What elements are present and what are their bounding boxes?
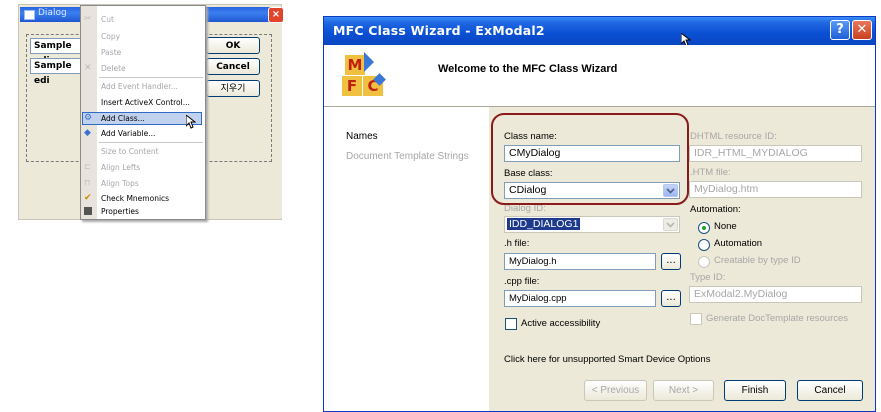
cut-icon: ✂ [84,14,92,24]
next-button[interactable]: Next > [653,380,714,401]
menu-item-paste[interactable]: Paste [101,46,121,59]
automation-creatable-label: Creatable by type ID [714,255,801,266]
add-class-icon: ⚙ [84,113,93,123]
align-lefts-icon: ⊏ [84,162,91,171]
menu-item-check-mnemonics[interactable]: Check Mnemonics [101,192,169,205]
h-file-field[interactable]: MyDialog.h [504,253,656,270]
automation-none-radio[interactable] [698,222,710,234]
menu-item-insert-activex[interactable]: Insert ActiveX Control... [101,96,190,109]
automation-automation-radio[interactable] [698,239,710,251]
dialog-id-combobox[interactable]: IDD_DIALOG1 [504,216,680,233]
close-icon: × [268,7,284,23]
close-button[interactable]: ✕ [852,20,872,40]
properties-icon [84,207,92,215]
type-id-field[interactable]: ExModal2.MyDialog [689,286,862,303]
dialog-ok-button[interactable]: OK [206,37,260,54]
nav-item-names[interactable]: Names [346,131,378,142]
active-accessibility-label: Active accessibility [521,318,601,329]
context-menu: ✂ Cut Copy Paste ✕ Delete Add Event Hand… [80,5,206,220]
dialog-cancel-button[interactable]: Cancel [206,58,260,75]
active-accessibility-checkbox[interactable] [505,318,517,330]
mfc-logo: M F C [342,52,387,98]
welcome-heading: Welcome to the MFC Class Wizard [438,63,618,75]
add-variable-icon: ◆ [84,128,91,138]
dhtml-resource-id-field[interactable]: IDR_HTML_MYDIALOG [689,145,862,162]
cpp-file-field[interactable]: MyDialog.cpp [504,290,656,307]
menu-item-copy[interactable]: Copy [101,30,120,43]
menu-separator [99,142,203,143]
automation-label: Automation: [690,204,741,215]
wizard-titlebar: MFC Class Wizard - ExModal2 ? ✕ [324,17,875,45]
menu-item-add-variable[interactable]: Add Variable... [101,127,155,140]
htm-file-field[interactable]: MyDialog.htm [689,181,862,198]
sample-edit-1[interactable]: Sample edi [30,38,82,66]
check-mnemonics-icon: ✔ [84,193,92,203]
delete-icon: ✕ [84,63,92,73]
automation-automation-label: Automation [714,238,763,249]
menu-item-align-lefts[interactable]: Align Lefts [101,161,140,174]
dhtml-resource-id-label: DHTML resource ID: [690,131,777,142]
close-icon: ✕ [856,22,868,37]
wizard-header [324,45,875,107]
menu-item-align-tops[interactable]: Align Tops [101,177,139,190]
menu-separator [99,77,203,78]
dialog-title: Dialog [38,8,67,18]
align-tops-icon: ⊓ [84,178,91,187]
automation-none-label: None [714,221,737,232]
automation-creatable-radio[interactable] [698,256,710,268]
cancel-button[interactable]: Cancel [797,380,863,401]
smart-device-options-link[interactable]: Click here for unsupported Smart Device … [504,354,710,365]
highlight-annotation [491,113,689,205]
sample-edit-2[interactable]: Sample edi [30,58,82,86]
menu-item-delete[interactable]: Delete [101,62,126,75]
menu-item-add-class[interactable]: Add Class... [101,112,145,125]
menu-item-properties[interactable]: Properties [101,205,139,218]
wizard-title: MFC Class Wizard - ExModal2 [333,23,545,38]
htm-file-label: .HTM file: [690,167,731,178]
type-id-label: Type ID: [690,272,726,283]
generate-doctemplate-label: Generate DocTemplate resources [706,313,849,324]
nav-item-document-template-strings[interactable]: Document Template Strings [346,151,469,162]
previous-button[interactable]: < Previous [584,380,647,401]
menu-item-size-to-content[interactable]: Size to Content [101,145,159,158]
dialog-id-value: IDD_DIALOG1 [507,218,581,230]
h-file-label: .h file: [504,238,530,249]
menu-item-cut[interactable]: Cut [101,13,114,26]
cpp-file-browse-button[interactable]: ... [661,290,681,307]
wizard-nav-pane: Names Document Template Strings [324,107,489,411]
chevron-down-icon[interactable] [663,218,678,231]
mouse-cursor-icon [186,115,196,129]
help-button[interactable]: ? [830,20,850,40]
menu-item-add-event-handler[interactable]: Add Event Handler... [101,80,178,93]
finish-button[interactable]: Finish [724,380,786,401]
generate-doctemplate-checkbox[interactable] [690,313,702,325]
dialog-window-icon [24,10,35,20]
h-file-browse-button[interactable]: ... [661,253,681,270]
dialog-clear-button[interactable]: 지우기 [206,80,260,97]
cpp-file-label: .cpp file: [504,276,540,287]
